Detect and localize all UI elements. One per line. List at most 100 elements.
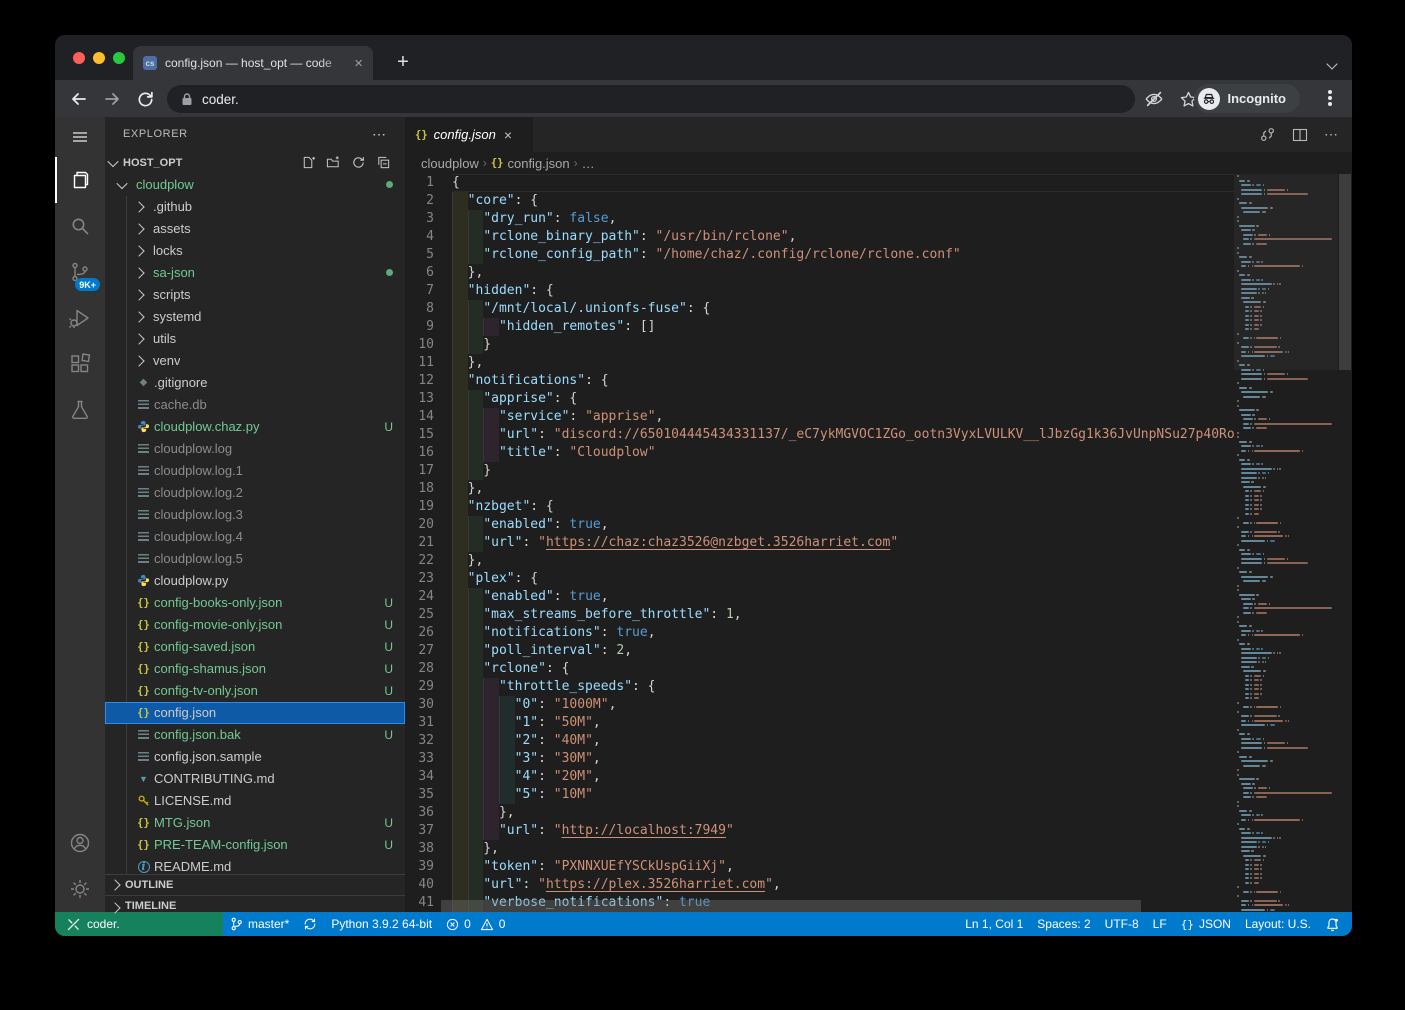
tree-item-MTG.json[interactable]: {}MTG.jsonU	[105, 812, 405, 834]
code-line-12[interactable]: 12 "notifications": {	[405, 372, 1234, 390]
problems-status[interactable]: 0 0	[439, 912, 512, 936]
editor-more-actions-icon[interactable]: ⋯	[1324, 126, 1338, 143]
eol-status[interactable]: LF	[1146, 912, 1174, 936]
code-line-8[interactable]: 8 "/mnt/local/.unionfs-fuse": {	[405, 300, 1234, 318]
code-line-39[interactable]: 39 "token": "PXNNXUEfYSCkUspGiiXj",	[405, 858, 1234, 876]
code-line-2[interactable]: 2 "core": {	[405, 192, 1234, 210]
git-branch-status[interactable]: master*	[223, 912, 296, 936]
tree-item-.gitignore[interactable]: ◆.gitignore	[105, 372, 405, 394]
indentation-status[interactable]: Spaces: 2	[1030, 912, 1097, 936]
tree-item-LICENSE.md[interactable]: LICENSE.md	[105, 790, 405, 812]
code-line-13[interactable]: 13 "apprise": {	[405, 390, 1234, 408]
tree-item-cloudplow.log.4[interactable]: cloudplow.log.4	[105, 526, 405, 548]
editor-tab-config-json[interactable]: {} config.json ×	[405, 117, 533, 152]
extensions-activity-icon[interactable]	[55, 341, 105, 387]
tree-item-scripts[interactable]: scripts	[105, 284, 405, 306]
explorer-more-actions-icon[interactable]: ⋯	[372, 126, 387, 143]
tree-item-config-tv-only.json[interactable]: {}config-tv-only.jsonU	[105, 680, 405, 702]
tree-item-venv[interactable]: venv	[105, 350, 405, 372]
tree-item-cloudplow.py[interactable]: cloudplow.py	[105, 570, 405, 592]
tab-search-chevron-icon[interactable]	[1328, 55, 1336, 73]
code-line-32[interactable]: 32 "2": "40M",	[405, 732, 1234, 750]
code-line-15[interactable]: 15 "url": "discord://650104445434331137/…	[405, 426, 1234, 444]
tree-item-cache.db[interactable]: cache.db	[105, 394, 405, 416]
code-line-1[interactable]: 1{	[405, 174, 1234, 192]
remote-indicator[interactable]: coder.	[55, 912, 223, 936]
minimap[interactable]	[1234, 174, 1338, 912]
tree-item-.github[interactable]: .github	[105, 196, 405, 218]
horizontal-scrollbar[interactable]	[441, 900, 1141, 912]
tree-item-CONTRIBUTING.md[interactable]: ▼CONTRIBUTING.md	[105, 768, 405, 790]
explorer-activity-icon[interactable]	[55, 157, 105, 203]
code-line-21[interactable]: 21 "url": "https://chaz:chaz3526@nzbget.…	[405, 534, 1234, 552]
language-mode-status[interactable]: {} JSON	[1174, 912, 1238, 936]
tree-item-assets[interactable]: assets	[105, 218, 405, 240]
tree-item-README.md[interactable]: iREADME.md	[105, 856, 405, 874]
collapse-folders-icon[interactable]	[376, 155, 391, 170]
code-line-16[interactable]: 16 "title": "Cloudplow"	[405, 444, 1234, 462]
back-button[interactable]	[67, 87, 91, 111]
tree-item-cloudplow.log.5[interactable]: cloudplow.log.5	[105, 548, 405, 570]
code-line-24[interactable]: 24 "enabled": true,	[405, 588, 1234, 606]
new-tab-button[interactable]: +	[389, 49, 417, 77]
code-line-27[interactable]: 27 "poll_interval": 2,	[405, 642, 1234, 660]
refresh-icon[interactable]	[351, 155, 366, 170]
code-line-28[interactable]: 28 "rclone": {	[405, 660, 1234, 678]
hide-eye-icon[interactable]	[1142, 87, 1166, 111]
breadcrumb-file[interactable]: config.json	[507, 156, 569, 171]
code-line-29[interactable]: 29 "throttle_speeds": {	[405, 678, 1234, 696]
vertical-scrollbar-thumb[interactable]	[1339, 174, 1351, 370]
code-line-4[interactable]: 4 "rclone_binary_path": "/usr/bin/rclone…	[405, 228, 1234, 246]
tree-item-config-shamus.json[interactable]: {}config-shamus.jsonU	[105, 658, 405, 680]
editor-tab-close-icon[interactable]: ×	[504, 127, 512, 143]
code-line-34[interactable]: 34 "4": "20M",	[405, 768, 1234, 786]
breadcrumb-symbol[interactable]: …	[582, 156, 595, 171]
address-bar[interactable]: coder.	[167, 85, 1135, 113]
new-file-icon[interactable]	[301, 155, 316, 170]
code-editor[interactable]: 1{2 "core": {3 "dry_run": false,4 "rclon…	[405, 174, 1234, 912]
code-line-31[interactable]: 31 "1": "50M",	[405, 714, 1234, 732]
timeline-section-header[interactable]: TIMELINE	[105, 895, 405, 912]
vertical-scrollbar[interactable]	[1338, 174, 1352, 912]
code-line-40[interactable]: 40 "url": "https://plex.3526harriet.com"…	[405, 876, 1234, 894]
code-line-35[interactable]: 35 "5": "10M"	[405, 786, 1234, 804]
source-control-activity-icon[interactable]: 9K+	[55, 249, 105, 295]
code-line-26[interactable]: 26 "notifications": true,	[405, 624, 1234, 642]
sync-status[interactable]	[296, 912, 324, 936]
code-line-17[interactable]: 17 }	[405, 462, 1234, 480]
tree-item-PRE-TEAM-config.json[interactable]: {}PRE-TEAM-config.jsonU	[105, 834, 405, 856]
tree-item-utils[interactable]: utils	[105, 328, 405, 350]
keyboard-layout-status[interactable]: Layout: U.S.	[1238, 912, 1318, 936]
code-line-10[interactable]: 10 }	[405, 336, 1234, 354]
minimap-viewport[interactable]	[1234, 174, 1338, 370]
code-line-3[interactable]: 3 "dry_run": false,	[405, 210, 1234, 228]
tree-item-config-saved.json[interactable]: {}config-saved.jsonU	[105, 636, 405, 658]
tree-item-config-movie-only.json[interactable]: {}config-movie-only.jsonU	[105, 614, 405, 636]
code-line-22[interactable]: 22 },	[405, 552, 1234, 570]
code-line-11[interactable]: 11 },	[405, 354, 1234, 372]
tree-item-cloudplow.chaz.py[interactable]: cloudplow.chaz.pyU	[105, 416, 405, 438]
code-line-14[interactable]: 14 "service": "apprise",	[405, 408, 1234, 426]
settings-gear-icon[interactable]	[55, 866, 105, 912]
tree-item-systemd[interactable]: systemd	[105, 306, 405, 328]
code-line-5[interactable]: 5 "rclone_config_path": "/home/chaz/.con…	[405, 246, 1234, 264]
code-line-36[interactable]: 36 },	[405, 804, 1234, 822]
close-window-button[interactable]	[73, 52, 85, 64]
code-line-18[interactable]: 18 },	[405, 480, 1234, 498]
open-changes-icon[interactable]	[1259, 126, 1276, 143]
reload-button[interactable]	[133, 87, 157, 111]
tree-item-sa-json[interactable]: sa-json	[105, 262, 405, 284]
tree-item-config-books-only.json[interactable]: {}config-books-only.jsonU	[105, 592, 405, 614]
tree-item-config.json[interactable]: {}config.json	[105, 702, 405, 724]
outline-section-header[interactable]: OUTLINE	[105, 874, 405, 895]
workspace-section-header[interactable]: HOST_OPT	[105, 152, 405, 174]
browser-menu-icon[interactable]	[1328, 90, 1332, 94]
encoding-status[interactable]: UTF-8	[1098, 912, 1146, 936]
new-folder-icon[interactable]	[326, 155, 341, 170]
code-line-38[interactable]: 38 },	[405, 840, 1234, 858]
code-line-25[interactable]: 25 "max_streams_before_throttle": 1,	[405, 606, 1234, 624]
code-line-33[interactable]: 33 "3": "30M",	[405, 750, 1234, 768]
code-line-7[interactable]: 7 "hidden": {	[405, 282, 1234, 300]
python-interpreter-status[interactable]: Python 3.9.2 64-bit	[324, 912, 439, 936]
minimize-window-button[interactable]	[93, 52, 105, 64]
